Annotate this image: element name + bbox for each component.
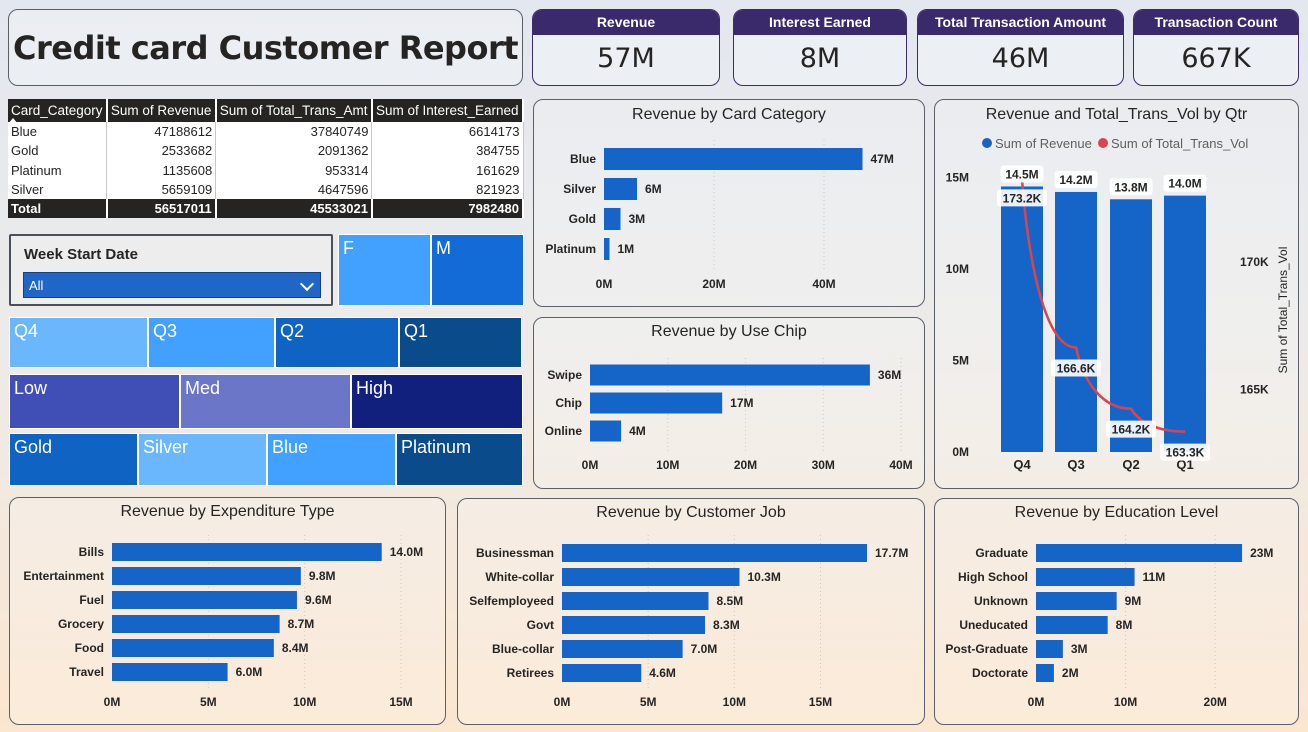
kpi-label: Total Transaction Amount xyxy=(918,10,1123,35)
row-value: 953314 xyxy=(215,160,373,180)
row-value: 2091362 xyxy=(215,141,373,161)
chart-title: Revenue by Education Level xyxy=(1014,504,1219,521)
row-value: 6614173 xyxy=(371,122,524,142)
card-tile-blue[interactable]: Blue xyxy=(267,433,396,486)
week-start-date-dropdown[interactable]: All xyxy=(23,272,321,298)
total-label: Total xyxy=(8,199,108,219)
kpi-label: Interest Earned xyxy=(734,10,906,35)
row-value: 161629 xyxy=(371,160,524,180)
income-tile-low[interactable]: Low xyxy=(9,374,180,429)
chevron-down-icon xyxy=(299,276,315,292)
chart-title: Revenue by Customer Job xyxy=(596,504,786,521)
row-value: 5659109 xyxy=(106,179,217,200)
column-header-card-category[interactable]: Card_Category xyxy=(8,99,108,122)
kpi-label: Transaction Count xyxy=(1134,10,1298,35)
column-header-trans-amt[interactable]: Sum of Total_Trans_Amt xyxy=(215,99,373,122)
row-category: Blue xyxy=(8,122,108,142)
row-category: Gold xyxy=(8,141,108,161)
table-row[interactable]: Gold 2533682 2091362 384755 xyxy=(8,141,524,161)
card-tile-silver[interactable]: Silver xyxy=(138,433,267,486)
kpi-interest[interactable]: Interest Earned 8M xyxy=(733,9,907,86)
row-value: 4647596 xyxy=(215,179,373,200)
chart-title: Revenue by Use Chip xyxy=(651,323,807,340)
slicer-label: Week Start Date xyxy=(24,246,138,263)
title-card: Credit card Customer Report xyxy=(8,9,523,86)
table-row[interactable]: Blue 47188612 37840749 6614173 xyxy=(8,122,524,142)
report-title: Credit card Customer Report xyxy=(12,28,519,67)
dropdown-value: All xyxy=(29,278,44,293)
income-tile-high[interactable]: High xyxy=(351,374,523,429)
chart-title: Revenue by Expenditure Type xyxy=(120,503,335,520)
kpi-value: 8M xyxy=(799,43,841,74)
quarter-tile-q1[interactable]: Q1 xyxy=(399,317,522,368)
table-total-row: Total 56517011 45533021 7982480 xyxy=(8,199,525,219)
card-category-matrix[interactable]: Card_Category Sum of Revenue Sum of Tota… xyxy=(8,99,525,219)
table-row[interactable]: Platinum 1135608 953314 161629 xyxy=(8,160,524,180)
quarter-tile-q2[interactable]: Q2 xyxy=(275,317,399,368)
row-value: 47188612 xyxy=(106,122,217,142)
week-start-date-slicer: Week Start Date All xyxy=(9,234,333,306)
income-tile-med[interactable]: Med xyxy=(180,374,351,429)
row-category: Silver xyxy=(8,179,108,200)
sort-ascending-icon[interactable] xyxy=(8,118,18,124)
gender-tile-m[interactable]: M xyxy=(431,234,524,306)
total-value: 45533021 xyxy=(215,199,373,219)
gender-tile-f[interactable]: F xyxy=(338,234,431,306)
card-tile-gold[interactable]: Gold xyxy=(9,433,138,486)
chart-title: Revenue and Total_Trans_Vol by Qtr xyxy=(985,106,1248,123)
row-value: 2533682 xyxy=(106,141,217,161)
row-value: 37840749 xyxy=(215,122,373,142)
kpi-value: 667K xyxy=(1181,43,1251,74)
chart-card-category: Revenue by Card Category xyxy=(533,99,925,307)
kpi-trans-count[interactable]: Transaction Count 667K xyxy=(1133,9,1299,86)
column-header-interest[interactable]: Sum of Interest_Earned xyxy=(371,99,525,122)
kpi-label: Revenue xyxy=(533,10,719,35)
total-value: 56517011 xyxy=(106,199,217,219)
kpi-value: 46M xyxy=(991,43,1050,74)
table-row[interactable]: Silver 5659109 4647596 821923 xyxy=(8,179,524,200)
row-value: 821923 xyxy=(371,179,524,200)
row-category: Platinum xyxy=(8,160,108,180)
quarter-tile-q4[interactable]: Q4 xyxy=(9,317,148,368)
row-value: 384755 xyxy=(371,141,524,161)
card-tile-platinum[interactable]: Platinum xyxy=(396,433,523,486)
chart-quarter: Revenue and Total_Trans_Vol by Qtr xyxy=(934,99,1299,489)
kpi-trans-amount[interactable]: Total Transaction Amount 46M xyxy=(917,9,1124,86)
row-value: 1135608 xyxy=(106,160,217,180)
chart-expenditure: Revenue by Expenditure Type xyxy=(9,497,446,725)
kpi-value: 57M xyxy=(597,43,655,74)
column-header-revenue[interactable]: Sum of Revenue xyxy=(106,99,217,122)
chart-education: Revenue by Education Level xyxy=(934,498,1299,725)
quarter-tile-q3[interactable]: Q3 xyxy=(148,317,275,368)
chart-use-chip: Revenue by Use Chip xyxy=(533,317,925,489)
kpi-revenue[interactable]: Revenue 57M xyxy=(532,9,720,86)
chart-customer-job: Revenue by Customer Job xyxy=(457,498,925,725)
chart-title: Revenue by Card Category xyxy=(632,106,826,123)
total-value: 7982480 xyxy=(371,199,525,219)
